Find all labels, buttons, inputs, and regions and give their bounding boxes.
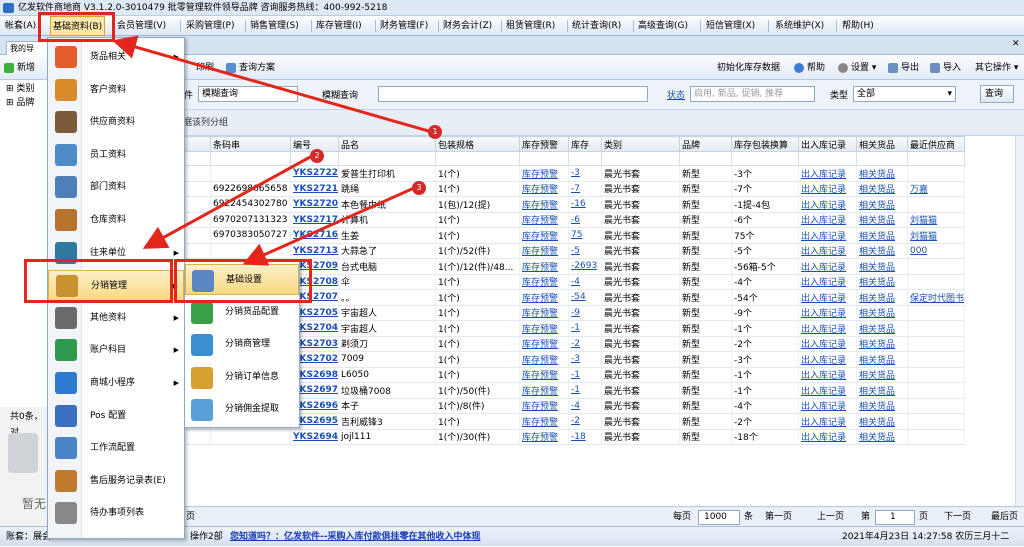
step-badge-2: 2 [310,149,324,163]
annotation-arrows [112,35,433,266]
arrow-3 [242,186,415,266]
arrow-1 [112,35,433,134]
step-badge-1: 1 [428,125,442,139]
step-badge-3: 3 [412,181,426,195]
arrow-2 [142,154,313,249]
